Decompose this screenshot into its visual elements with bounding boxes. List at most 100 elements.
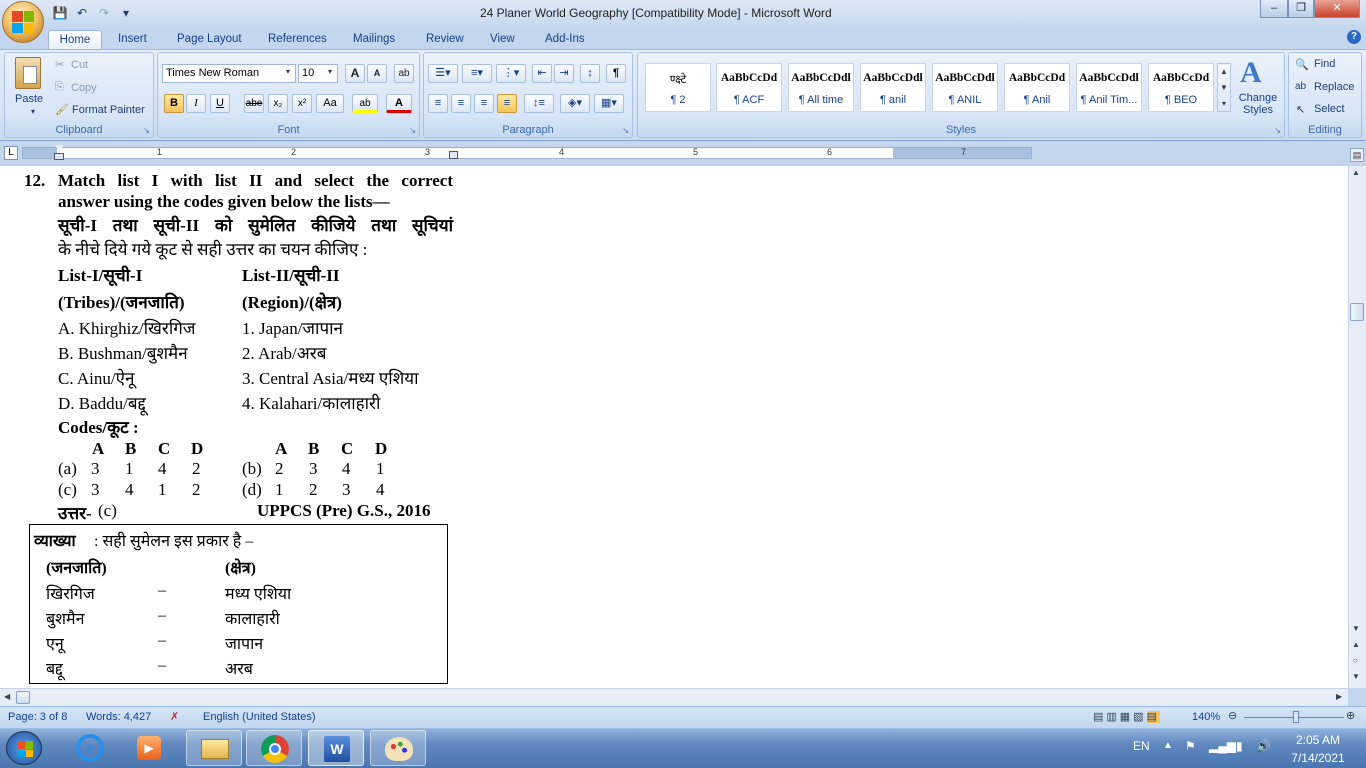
line-spacing-icon[interactable]: ↕≡: [524, 94, 554, 113]
shrink-font-button[interactable]: A: [367, 64, 387, 83]
strikethrough-button[interactable]: abe: [244, 94, 264, 113]
clock-date[interactable]: 7/14/2021: [1287, 751, 1349, 765]
scroll-down-icon[interactable]: ▼: [1352, 624, 1360, 633]
paste-dropdown-icon[interactable]: ▾: [31, 107, 35, 116]
office-button[interactable]: [2, 1, 44, 43]
multilevel-list-icon[interactable]: ⋮▾: [496, 64, 526, 83]
page-count[interactable]: Page: 3 of 8: [8, 711, 67, 723]
left-indent-marker[interactable]: [54, 153, 64, 160]
horizontal-scrollbar[interactable]: ◀ ▶: [0, 688, 1348, 706]
tab-home[interactable]: Home: [48, 30, 102, 49]
zoom-slider-thumb[interactable]: [1293, 711, 1299, 723]
proofing-icon[interactable]: ✗: [170, 710, 179, 723]
select-browse-object-icon[interactable]: ○: [1353, 656, 1358, 665]
clock-time[interactable]: 2:05 AM: [1290, 733, 1346, 747]
paste-button[interactable]: Paste: [15, 93, 43, 105]
tab-view[interactable]: View: [490, 30, 515, 49]
scroll-up-icon[interactable]: ▲: [1352, 168, 1360, 177]
font-size-dropdown-icon[interactable]: ▾: [328, 67, 332, 76]
italic-button[interactable]: I: [186, 94, 206, 113]
battery-icon[interactable]: ▮: [1236, 739, 1243, 753]
style-item-acf[interactable]: AaBbCcDd ¶ ACF: [716, 63, 782, 112]
change-styles-button[interactable]: Change Styles: [1238, 92, 1278, 116]
style-item-2[interactable]: ण्क्ष्टे ¶ 2: [645, 63, 711, 112]
decrease-indent-icon[interactable]: ⇤: [532, 64, 552, 83]
scroll-right-icon[interactable]: ▶: [1336, 692, 1342, 701]
horizontal-scroll-thumb[interactable]: [16, 691, 30, 704]
tab-mailings[interactable]: Mailings: [353, 30, 395, 49]
find-button[interactable]: Find: [1314, 58, 1335, 70]
zoom-level[interactable]: 140%: [1192, 711, 1220, 723]
tab-selector-icon[interactable]: L: [4, 146, 18, 160]
justify-icon[interactable]: ≡: [497, 94, 517, 113]
action-center-icon[interactable]: ⚑: [1185, 739, 1196, 753]
help-icon[interactable]: ?: [1347, 30, 1361, 44]
bold-button[interactable]: B: [164, 94, 184, 113]
clipboard-launcher-icon[interactable]: ↘: [143, 126, 150, 135]
view-ruler-icon[interactable]: ▤: [1350, 148, 1364, 162]
styles-launcher-icon[interactable]: ↘: [1274, 126, 1281, 135]
style-item-anil-upper[interactable]: AaBbCcDdl ¶ ANIL: [932, 63, 998, 112]
cut-button[interactable]: Cut: [71, 59, 88, 71]
align-right-icon[interactable]: ≡: [474, 94, 494, 113]
change-case-button[interactable]: Aa: [316, 94, 344, 113]
bullets-icon[interactable]: ☰▾: [428, 64, 458, 83]
show-hidden-icons-icon[interactable]: ▲: [1163, 740, 1173, 751]
increase-indent-icon[interactable]: ⇥: [554, 64, 574, 83]
word-taskbar-icon[interactable]: W: [308, 730, 364, 766]
document-page[interactable]: 12. Match list I with list II and select…: [0, 166, 1348, 688]
input-language[interactable]: EN: [1133, 739, 1150, 753]
clear-formatting-button[interactable]: ab: [394, 64, 414, 83]
close-button[interactable]: ✕: [1314, 0, 1360, 18]
sort-icon[interactable]: ↕: [580, 64, 600, 83]
borders-icon[interactable]: ▦▾: [594, 94, 624, 113]
numbering-icon[interactable]: ≡▾: [462, 64, 492, 83]
style-item-anil[interactable]: AaBbCcDd ¶ Anil: [1004, 63, 1070, 112]
style-item-all-time[interactable]: AaBbCcDdl ¶ All time: [788, 63, 854, 112]
file-explorer-icon[interactable]: [186, 730, 242, 766]
tab-references[interactable]: References: [268, 30, 327, 49]
volume-icon[interactable]: 🔊: [1256, 739, 1271, 753]
redo-icon[interactable]: ↷: [96, 5, 112, 21]
language-status[interactable]: English (United States): [203, 711, 316, 723]
zoom-out-icon[interactable]: ⊖: [1228, 709, 1237, 722]
media-player-icon[interactable]: ▶: [120, 730, 176, 766]
first-line-indent-marker[interactable]: [55, 145, 64, 153]
tab-page-layout[interactable]: Page Layout: [177, 30, 242, 49]
superscript-button[interactable]: x²: [292, 94, 312, 113]
minimize-button[interactable]: –: [1260, 0, 1288, 18]
zoom-in-icon[interactable]: ⊕: [1346, 709, 1355, 722]
horizontal-ruler[interactable]: 1 2 3 4 5 6 7: [22, 145, 1032, 160]
paint-icon[interactable]: [370, 730, 426, 766]
font-name-dropdown-icon[interactable]: ▾: [286, 67, 290, 76]
network-icon[interactable]: ▂▄▆: [1209, 739, 1236, 753]
font-launcher-icon[interactable]: ↘: [409, 126, 416, 135]
format-painter-button[interactable]: Format Painter: [72, 104, 145, 116]
tab-add-ins[interactable]: Add-Ins: [545, 30, 585, 49]
next-page-icon[interactable]: ▼: [1352, 672, 1360, 681]
scroll-left-icon[interactable]: ◀: [4, 692, 10, 701]
internet-explorer-icon[interactable]: e: [62, 730, 118, 766]
word-count[interactable]: Words: 4,427: [86, 711, 151, 723]
customize-qat-icon[interactable]: ▾: [118, 5, 134, 21]
style-item-anil-time[interactable]: AaBbCcDdl ¶ Anil Tim...: [1076, 63, 1142, 112]
subscript-button[interactable]: x₂: [268, 94, 288, 113]
styles-scroll-icon[interactable]: ▲ ▼ ▾: [1217, 63, 1231, 112]
right-indent-marker[interactable]: [449, 151, 458, 159]
tab-insert[interactable]: Insert: [118, 30, 147, 49]
chrome-icon[interactable]: [246, 730, 302, 766]
view-buttons-icon[interactable]: ▤▥▦▧▤: [1093, 710, 1160, 723]
font-color-button[interactable]: A: [386, 94, 412, 113]
replace-button[interactable]: Replace: [1314, 81, 1354, 93]
start-button[interactable]: [6, 731, 42, 765]
restore-button[interactable]: ❐: [1288, 0, 1314, 18]
show-marks-button[interactable]: ¶: [606, 64, 626, 83]
select-button[interactable]: Select: [1314, 103, 1345, 115]
save-icon[interactable]: 💾: [52, 5, 68, 21]
align-left-icon[interactable]: ≡: [428, 94, 448, 113]
underline-button[interactable]: U: [210, 94, 230, 113]
tab-review[interactable]: Review: [426, 30, 464, 49]
paragraph-launcher-icon[interactable]: ↘: [622, 126, 629, 135]
highlight-button[interactable]: ab: [352, 94, 378, 113]
style-item-anil-lower[interactable]: AaBbCcDdl ¶ anil: [860, 63, 926, 112]
